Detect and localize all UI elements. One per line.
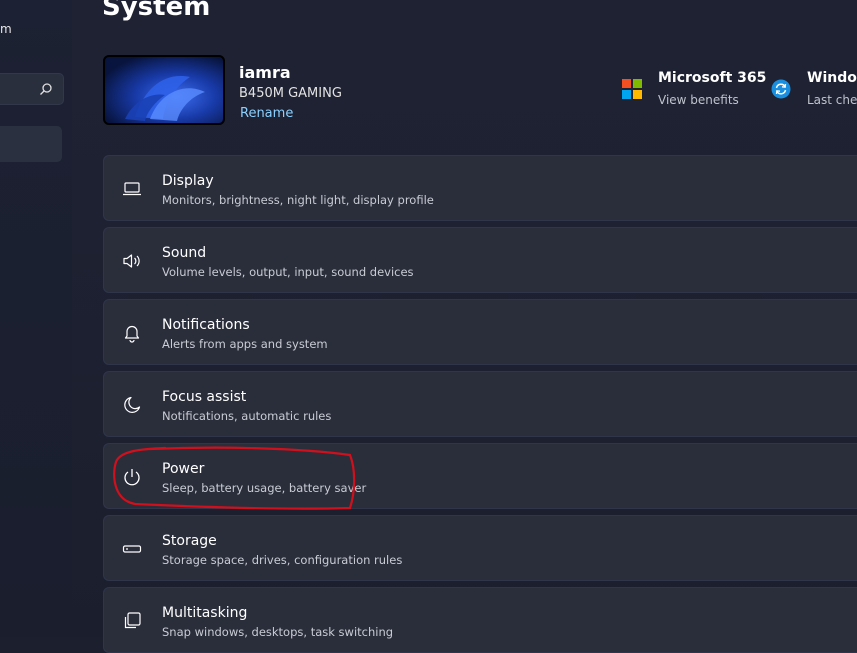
microsoft-logo bbox=[622, 79, 642, 99]
settings-item-subtitle: Monitors, brightness, night light, displ… bbox=[162, 193, 434, 207]
bloom-wallpaper-image bbox=[125, 76, 205, 121]
search-input[interactable] bbox=[0, 73, 64, 105]
settings-item-storage[interactable]: Storage Storage space, drives, configura… bbox=[103, 515, 857, 581]
power-icon bbox=[124, 469, 140, 486]
device-wallpaper-thumbnail bbox=[103, 55, 225, 125]
settings-item-power[interactable]: Power Sleep, battery usage, battery save… bbox=[103, 443, 857, 509]
page-title: System bbox=[102, 0, 211, 22]
settings-item-title: Multitasking bbox=[162, 605, 248, 621]
sidebar-text-fragment: m bbox=[0, 22, 12, 36]
moon-icon bbox=[124, 396, 141, 413]
microsoft-365-title[interactable]: Microsoft 365 bbox=[658, 70, 766, 86]
windows-update-title[interactable]: Window bbox=[807, 70, 857, 86]
settings-item-title: Notifications bbox=[162, 317, 250, 333]
device-model: B450M GAMING bbox=[239, 86, 342, 101]
settings-item-title: Focus assist bbox=[162, 389, 247, 405]
settings-item-subtitle: Notifications, automatic rules bbox=[162, 409, 332, 423]
settings-item-title: Sound bbox=[162, 245, 207, 261]
sidebar-item-selected[interactable] bbox=[0, 126, 62, 162]
display-icon bbox=[123, 182, 141, 196]
device-name: iamra bbox=[239, 63, 291, 82]
multitasking-icon bbox=[124, 612, 141, 629]
settings-item-title: Power bbox=[162, 461, 205, 477]
settings-item-subtitle: Storage space, drives, configuration rul… bbox=[162, 553, 403, 567]
settings-item-subtitle: Sleep, battery usage, battery saver bbox=[162, 481, 367, 495]
settings-item-sound[interactable]: Sound Volume levels, output, input, soun… bbox=[103, 227, 857, 293]
microsoft-365-subtitle[interactable]: View benefits bbox=[658, 93, 739, 107]
settings-item-focus-assist[interactable]: Focus assist Notifications, automatic ru… bbox=[103, 371, 857, 437]
settings-item-title: Display bbox=[162, 173, 214, 189]
settings-item-display[interactable]: Display Monitors, brightness, night ligh… bbox=[103, 155, 857, 221]
rename-link[interactable]: Rename bbox=[240, 106, 293, 121]
windows-update-icon bbox=[771, 79, 791, 99]
windows-update-subtitle[interactable]: Last chec bbox=[807, 93, 857, 107]
bell-icon bbox=[124, 325, 140, 343]
settings-item-subtitle: Alerts from apps and system bbox=[162, 337, 328, 351]
settings-item-multitasking[interactable]: Multitasking Snap windows, desktops, tas… bbox=[103, 587, 857, 653]
search-icon bbox=[40, 83, 52, 95]
settings-item-notifications[interactable]: Notifications Alerts from apps and syste… bbox=[103, 299, 857, 365]
sidebar: m bbox=[0, 0, 72, 637]
settings-item-subtitle: Volume levels, output, input, sound devi… bbox=[162, 265, 414, 279]
settings-item-title: Storage bbox=[162, 533, 217, 549]
speaker-icon bbox=[123, 254, 140, 268]
storage-icon bbox=[122, 545, 142, 553]
